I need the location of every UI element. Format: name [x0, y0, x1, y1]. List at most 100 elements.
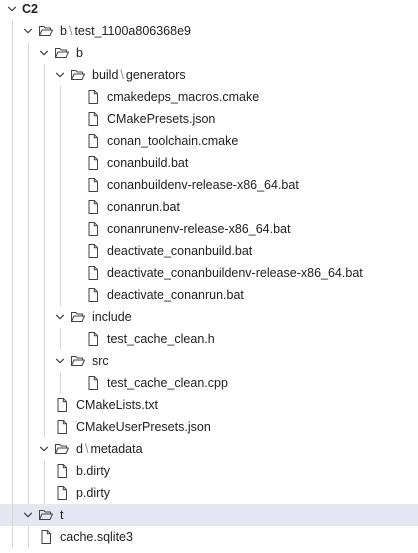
path-segment: test_1100a806368e9	[74, 24, 191, 38]
indent-guide	[60, 86, 61, 306]
path-segment: CMakePresets.json	[107, 112, 216, 126]
tree-item-label: t	[60, 504, 63, 526]
folder-t[interactable]: t	[0, 504, 418, 526]
tree-item-label: CMakeUserPresets.json	[76, 416, 211, 438]
tree-item-label: conanbuildenv-release-x86_64.bat	[107, 174, 299, 196]
tree-item-label: conan_toolchain.cmake	[107, 130, 238, 152]
file-deactivate-conanbuild[interactable]: deactivate_conanbuild.bat	[0, 240, 418, 262]
folder-open-icon	[38, 23, 54, 39]
path-segment: b	[76, 46, 83, 60]
tree-item-label: conanbuild.bat	[107, 152, 188, 174]
file-icon	[85, 199, 101, 215]
path-segment: deactivate_conanbuild.bat	[107, 244, 253, 258]
path-segment: p.dirty	[76, 486, 111, 500]
file-conanbuildenv-release[interactable]: conanbuildenv-release-x86_64.bat	[0, 174, 418, 196]
chevron-down-icon[interactable]	[54, 355, 66, 367]
folder-d-metadata[interactable]: d \ metadata	[0, 438, 418, 460]
file-conanbuild-bat[interactable]: conanbuild.bat	[0, 152, 418, 174]
tree-item-label: b	[76, 42, 83, 64]
tree-item-label: CMakePresets.json	[107, 108, 215, 130]
path-segment: deactivate_conanbuildenv-release-x86_64.…	[107, 266, 363, 280]
folder-open-icon	[38, 507, 54, 523]
path-separator: \	[68, 24, 73, 38]
folder-include[interactable]: include	[0, 306, 418, 328]
chevron-down-icon[interactable]	[22, 509, 34, 521]
tree-item-label: p.dirty	[76, 482, 110, 504]
file-cmakeuserpresets[interactable]: CMakeUserPresets.json	[0, 416, 418, 438]
indent-guide	[44, 460, 45, 504]
file-icon	[54, 419, 70, 435]
path-segment: src	[92, 354, 109, 368]
path-segment: CMakeLists.txt	[76, 398, 158, 412]
folder-open-icon	[70, 67, 86, 83]
path-segment: conanbuildenv-release-x86_64.bat	[107, 178, 299, 192]
file-test-cache-clean-cpp[interactable]: test_cache_clean.cpp	[0, 372, 418, 394]
tree-item-label: build \ generators	[92, 64, 186, 86]
file-icon	[85, 221, 101, 237]
path-separator: \	[84, 442, 89, 456]
chevron-down-icon[interactable]	[22, 25, 34, 37]
file-icon	[54, 485, 70, 501]
path-segment: d	[76, 442, 83, 456]
chevron-down-icon[interactable]	[6, 3, 18, 15]
file-cmakepresets-json[interactable]: CMakePresets.json	[0, 108, 418, 130]
chevron-down-icon[interactable]	[54, 69, 66, 81]
folder-b[interactable]: b	[0, 42, 418, 64]
chevron-down-icon[interactable]	[38, 443, 50, 455]
file-conanrun-bat[interactable]: conanrun.bat	[0, 196, 418, 218]
tree-item-label: src	[92, 350, 109, 372]
file-cmakelists[interactable]: CMakeLists.txt	[0, 394, 418, 416]
file-icon	[85, 287, 101, 303]
path-segment: conanrun.bat	[107, 200, 180, 214]
path-segment: metadata	[90, 442, 143, 456]
file-icon	[85, 177, 101, 193]
tree-root-c2[interactable]: C2	[0, 0, 418, 20]
indent-guide	[12, 20, 13, 548]
file-icon	[38, 529, 54, 545]
path-segment: generators	[125, 68, 186, 82]
tree-item-label: test_cache_clean.h	[107, 328, 215, 350]
tree-item-label: deactivate_conanrun.bat	[107, 284, 244, 306]
indent-guide	[28, 42, 29, 504]
tree-item-label: b \ test_1100a806368e9	[60, 20, 191, 42]
path-segment: conan_toolchain.cmake	[107, 134, 239, 148]
folder-src[interactable]: src	[0, 350, 418, 372]
path-segment: b	[60, 24, 67, 38]
tree-item-label: test_cache_clean.cpp	[107, 372, 228, 394]
file-cache-sqlite3[interactable]: cache.sqlite3	[0, 526, 418, 548]
tree-item-label: d \ metadata	[76, 438, 143, 460]
file-icon	[85, 111, 101, 127]
file-icon	[85, 133, 101, 149]
tree-item-label: conanrun.bat	[107, 196, 180, 218]
file-test-cache-clean-h[interactable]: test_cache_clean.h	[0, 328, 418, 350]
folder-build-generators[interactable]: build \ generators	[0, 64, 418, 86]
file-cmakedeps-macros[interactable]: cmakedeps_macros.cmake	[0, 86, 418, 108]
file-conan-toolchain[interactable]: conan_toolchain.cmake	[0, 130, 418, 152]
file-icon	[54, 397, 70, 413]
tree-item-label: conanrunenv-release-x86_64.bat	[107, 218, 290, 240]
file-conanrunenv-release[interactable]: conanrunenv-release-x86_64.bat	[0, 218, 418, 240]
tree-item-label: cache.sqlite3	[60, 526, 133, 548]
tree-item-label: deactivate_conanbuildenv-release-x86_64.…	[107, 262, 363, 284]
path-segment: test_cache_clean.h	[107, 332, 215, 346]
chevron-down-icon[interactable]	[38, 47, 50, 59]
indent-guide	[44, 64, 45, 438]
folder-open-icon	[54, 441, 70, 457]
chevron-down-icon[interactable]	[54, 311, 66, 323]
path-segment: conanrunenv-release-x86_64.bat	[107, 222, 291, 236]
file-p-dirty[interactable]: p.dirty	[0, 482, 418, 504]
tree-item-label: b.dirty	[76, 460, 110, 482]
file-icon	[85, 265, 101, 281]
file-deactivate-conanrun[interactable]: deactivate_conanrun.bat	[0, 284, 418, 306]
path-segment: cmakedeps_macros.cmake	[107, 90, 260, 104]
file-icon	[85, 375, 101, 391]
folder-open-icon	[70, 309, 86, 325]
path-segment: include	[92, 310, 132, 324]
folder-b-test[interactable]: b \ test_1100a806368e9	[0, 20, 418, 42]
path-segment: deactivate_conanrun.bat	[107, 288, 244, 302]
file-b-dirty[interactable]: b.dirty	[0, 460, 418, 482]
file-deactivate-conanbuildenv[interactable]: deactivate_conanbuildenv-release-x86_64.…	[0, 262, 418, 284]
indent-guide	[60, 372, 61, 394]
path-separator: \	[120, 68, 124, 82]
path-segment: build	[92, 68, 119, 82]
